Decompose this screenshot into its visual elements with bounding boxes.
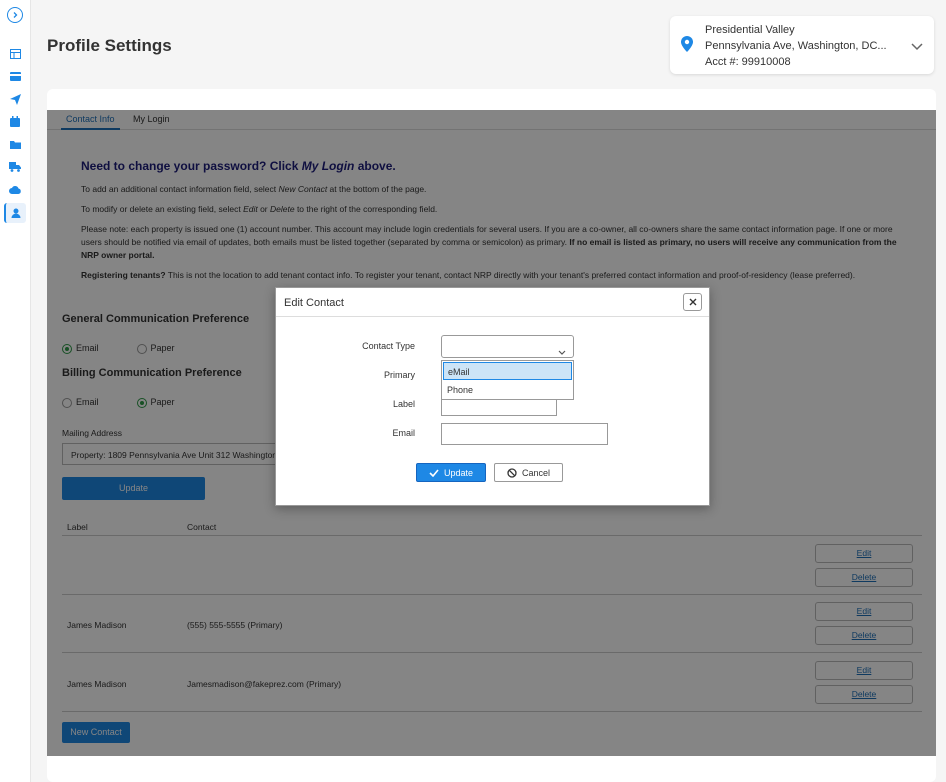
- email-field-label: Email: [392, 428, 415, 438]
- send-icon[interactable]: [9, 93, 21, 105]
- table-icon[interactable]: [9, 48, 21, 60]
- credit-card-icon[interactable]: [9, 70, 21, 82]
- edit-contact-modal: Edit Contact Contact Type eMail Phone Pr…: [275, 287, 710, 506]
- location-pin-icon: [681, 36, 693, 57]
- property-account: Acct #: 99910008: [705, 56, 791, 68]
- page-title: Profile Settings: [47, 36, 172, 55]
- property-name: Presidential Valley: [705, 24, 795, 36]
- modal-update-label: Update: [443, 467, 474, 478]
- contact-type-select[interactable]: [441, 335, 574, 358]
- cancel-icon: [507, 467, 517, 478]
- cloud-icon[interactable]: [9, 183, 21, 195]
- email-input[interactable]: [441, 423, 608, 445]
- sidebar: [0, 0, 31, 782]
- user-icon[interactable]: [4, 203, 26, 223]
- calendar-icon[interactable]: [9, 115, 21, 127]
- folder-icon[interactable]: [9, 138, 21, 150]
- primary-label: Primary: [384, 370, 415, 380]
- property-address: Pennsylvania Ave, Washington, DC...: [705, 40, 887, 52]
- modal-cancel-label: Cancel: [521, 467, 550, 478]
- modal-update-button[interactable]: Update: [416, 463, 486, 482]
- modal-cancel-button[interactable]: Cancel: [494, 463, 563, 482]
- modal-header: Edit Contact: [276, 288, 709, 317]
- chevron-down-icon[interactable]: [911, 38, 923, 56]
- truck-icon[interactable]: [9, 161, 21, 173]
- contact-type-label: Contact Type: [362, 341, 415, 351]
- label-field-label: Label: [392, 399, 415, 409]
- sidebar-toggle-chevron-right-icon[interactable]: [7, 7, 23, 23]
- dropdown-option-phone[interactable]: Phone: [443, 381, 572, 399]
- chevron-down-icon: [558, 343, 566, 361]
- dropdown-option-email[interactable]: eMail: [443, 362, 572, 380]
- checkmark-icon: [429, 468, 439, 477]
- modal-title: Edit Contact: [284, 297, 344, 309]
- close-icon[interactable]: [683, 293, 702, 311]
- contact-type-dropdown: eMail Phone: [441, 360, 574, 400]
- property-selector[interactable]: Presidential Valley Pennsylvania Ave, Wa…: [670, 16, 934, 74]
